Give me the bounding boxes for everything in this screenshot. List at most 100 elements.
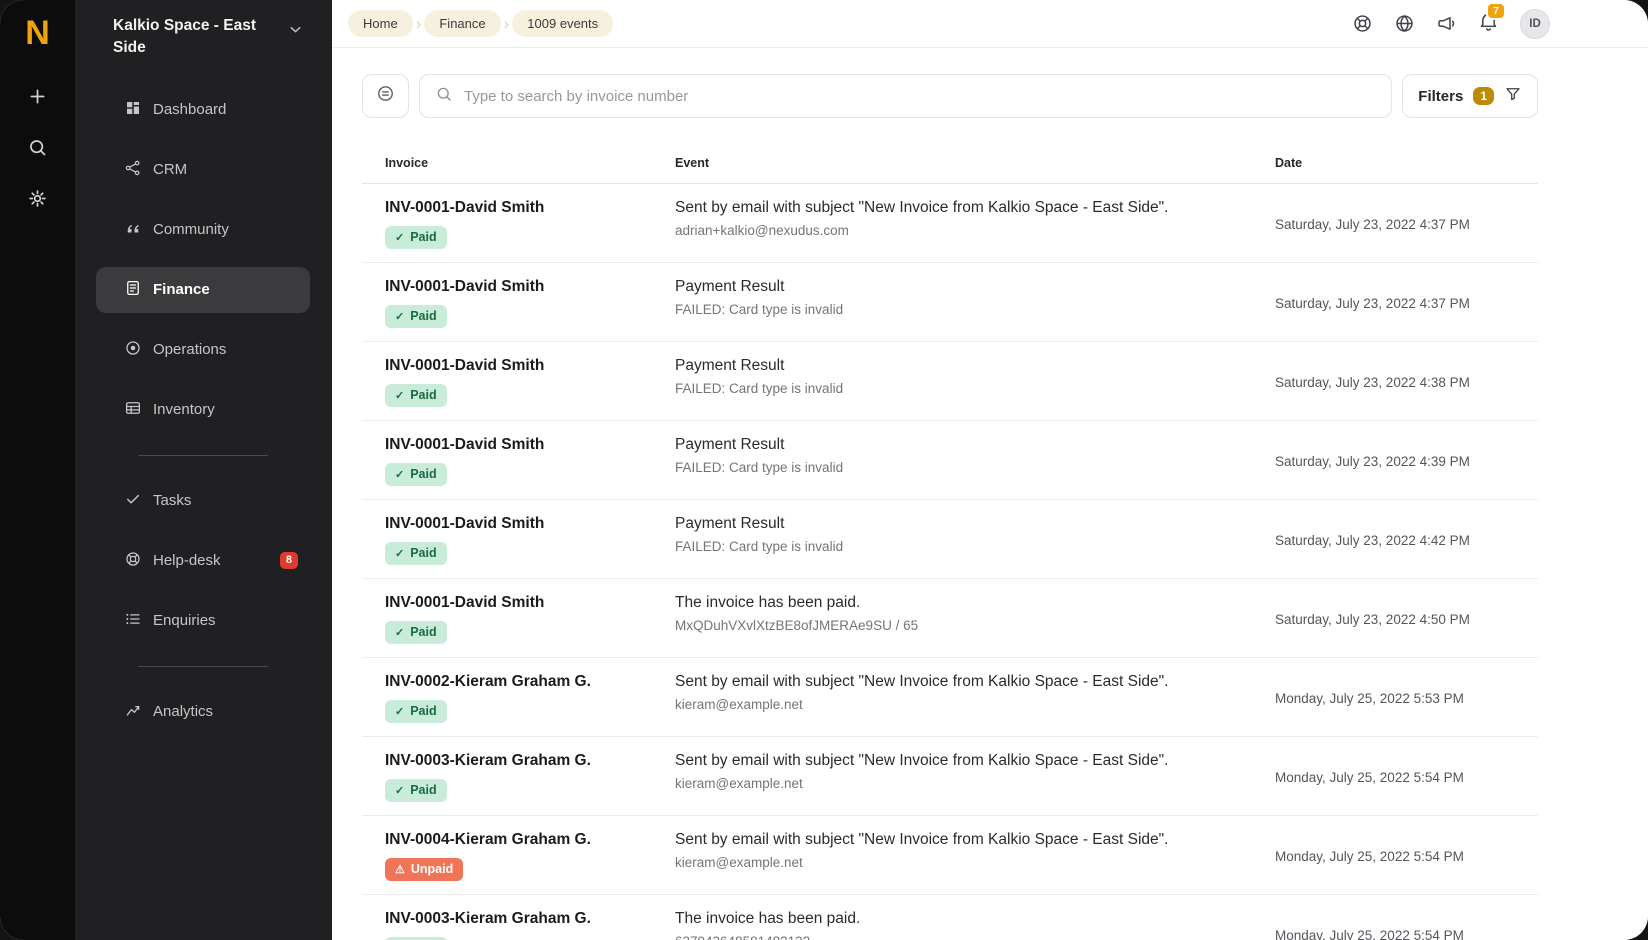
global-search-button[interactable] bbox=[19, 131, 57, 169]
sidebar-nav: Dashboard CRM Community Finance Operatio… bbox=[75, 80, 332, 742]
invoice-status-badge: Paid bbox=[385, 463, 447, 486]
chevron-separator-icon: › bbox=[504, 15, 510, 32]
operations-icon bbox=[124, 339, 142, 361]
sidebar-item-inventory[interactable]: Inventory bbox=[96, 387, 310, 433]
table-row[interactable]: INV-0004-Kieram Graham G. Unpaid Sent by… bbox=[362, 816, 1538, 895]
status-icon bbox=[395, 468, 404, 481]
sidebar-item-label: Operations bbox=[153, 341, 226, 358]
settings-button[interactable] bbox=[19, 182, 57, 220]
table-header: Invoice Event Date bbox=[362, 146, 1538, 184]
event-date: Monday, July 25, 2022 5:53 PM bbox=[1275, 691, 1538, 706]
event-title: The invoice has been paid. bbox=[675, 594, 1275, 612]
brand-logo[interactable]: N bbox=[25, 12, 50, 80]
status-icon bbox=[395, 705, 404, 718]
table-row[interactable]: INV-0001-David Smith Paid The invoice ha… bbox=[362, 579, 1538, 658]
status-icon bbox=[395, 231, 404, 244]
event-date: Saturday, July 23, 2022 4:50 PM bbox=[1275, 612, 1538, 627]
event-detail: kieram@example.net bbox=[675, 697, 1275, 712]
workspace-switcher[interactable]: Kalkio Space - East Side bbox=[75, 15, 332, 80]
status-icon bbox=[395, 389, 404, 402]
breadcrumb-finance[interactable]: Finance bbox=[424, 10, 500, 37]
event-title: Sent by email with subject "New Invoice … bbox=[675, 831, 1275, 849]
event-date: Monday, July 25, 2022 5:54 PM bbox=[1275, 849, 1538, 864]
table-row[interactable]: INV-0001-David Smith Paid Payment Result… bbox=[362, 342, 1538, 421]
invoice-status-badge: Paid bbox=[385, 305, 447, 328]
dashboard-icon bbox=[124, 99, 142, 121]
table-row[interactable]: INV-0001-David Smith Paid Payment Result… bbox=[362, 421, 1538, 500]
breadcrumb-home[interactable]: Home bbox=[348, 10, 413, 37]
table-row[interactable]: INV-0003-Kieram Graham G. Paid The invoi… bbox=[362, 895, 1538, 940]
table-row[interactable]: INV-0001-David Smith Paid Payment Result… bbox=[362, 263, 1538, 342]
sidebar-item-operations[interactable]: Operations bbox=[96, 327, 310, 373]
sidebar-item-crm[interactable]: CRM bbox=[96, 147, 310, 193]
crm-icon bbox=[124, 159, 142, 181]
event-title: Sent by email with subject "New Invoice … bbox=[675, 752, 1275, 770]
search-icon bbox=[435, 85, 453, 108]
table-row[interactable]: INV-0003-Kieram Graham G. Paid Sent by e… bbox=[362, 737, 1538, 816]
event-date: Saturday, July 23, 2022 4:37 PM bbox=[1275, 217, 1538, 232]
event-title: Payment Result bbox=[675, 278, 1275, 296]
event-detail: 637943648581482132 bbox=[675, 934, 1275, 940]
helpdesk-count-badge: 8 bbox=[280, 552, 298, 569]
search-input[interactable] bbox=[464, 88, 1376, 105]
sidebar-item-label: Analytics bbox=[153, 703, 213, 720]
view-options-button[interactable] bbox=[362, 74, 409, 118]
sidebar-item-dashboard[interactable]: Dashboard bbox=[96, 87, 310, 133]
invoice-status-badge: Paid bbox=[385, 700, 447, 723]
filters-button[interactable]: Filters 1 bbox=[1402, 74, 1538, 118]
user-avatar[interactable]: ID bbox=[1520, 9, 1550, 39]
sidebar-item-analytics[interactable]: Analytics bbox=[96, 689, 310, 735]
sidebar-item-community[interactable]: Community bbox=[96, 207, 310, 253]
gear-icon bbox=[27, 188, 48, 214]
invoice-status-badge: Unpaid bbox=[385, 858, 463, 881]
event-title: Sent by email with subject "New Invoice … bbox=[675, 199, 1275, 217]
column-header-event: Event bbox=[675, 156, 1275, 170]
table-row[interactable]: INV-0001-David Smith Paid Sent by email … bbox=[362, 184, 1538, 263]
top-bar: Home › Finance › 1009 events 7 ID bbox=[332, 0, 1648, 48]
event-title: Payment Result bbox=[675, 436, 1275, 454]
globe-icon[interactable] bbox=[1394, 13, 1415, 34]
announcement-icon[interactable] bbox=[1436, 13, 1457, 34]
workspace-name: Kalkio Space - East Side bbox=[113, 15, 263, 60]
sidebar-item-label: Tasks bbox=[153, 492, 191, 509]
event-detail: FAILED: Card type is invalid bbox=[675, 460, 1275, 475]
sidebar-item-enquiries[interactable]: Enquiries bbox=[96, 598, 310, 644]
event-detail: kieram@example.net bbox=[675, 776, 1275, 791]
breadcrumb-events[interactable]: 1009 events bbox=[512, 10, 613, 37]
sidebar-divider bbox=[138, 666, 268, 667]
status-icon bbox=[395, 784, 404, 797]
invoice-search bbox=[419, 74, 1392, 118]
app-rail: N bbox=[0, 0, 75, 940]
sidebar-item-help-desk[interactable]: Help-desk 8 bbox=[96, 538, 310, 584]
table-row[interactable]: INV-0001-David Smith Paid Payment Result… bbox=[362, 500, 1538, 579]
sidebar-item-tasks[interactable]: Tasks bbox=[96, 478, 310, 524]
chevron-separator-icon: › bbox=[416, 15, 422, 32]
add-button[interactable] bbox=[19, 80, 57, 118]
invoice-name: INV-0001-David Smith bbox=[385, 199, 675, 217]
status-label: Paid bbox=[410, 784, 436, 797]
invoice-status-badge: Paid bbox=[385, 542, 447, 565]
check-icon bbox=[124, 490, 142, 512]
invoice-name: INV-0001-David Smith bbox=[385, 594, 675, 612]
event-date: Monday, July 25, 2022 5:54 PM bbox=[1275, 928, 1538, 940]
event-detail: kieram@example.net bbox=[675, 855, 1275, 870]
notifications-count-badge: 7 bbox=[1486, 2, 1506, 21]
finance-icon bbox=[124, 279, 142, 301]
filters-label: Filters bbox=[1418, 88, 1463, 105]
invoice-status-badge: Paid bbox=[385, 779, 447, 802]
sidebar-item-label: Inventory bbox=[153, 401, 215, 418]
table-row[interactable]: INV-0002-Kieram Graham G. Paid Sent by e… bbox=[362, 658, 1538, 737]
sidebar-item-finance[interactable]: Finance bbox=[96, 267, 310, 313]
invoice-status-badge: Paid bbox=[385, 384, 447, 407]
event-title: Payment Result bbox=[675, 357, 1275, 375]
search-toolbar: Filters 1 bbox=[362, 74, 1538, 118]
status-label: Unpaid bbox=[411, 863, 453, 876]
notifications-button[interactable]: 7 bbox=[1478, 11, 1499, 37]
invoice-status-badge: Paid bbox=[385, 621, 447, 644]
status-label: Paid bbox=[410, 547, 436, 560]
support-lifebuoy-icon[interactable] bbox=[1352, 13, 1373, 34]
event-detail: FAILED: Card type is invalid bbox=[675, 302, 1275, 317]
event-detail: FAILED: Card type is invalid bbox=[675, 381, 1275, 396]
event-date: Saturday, July 23, 2022 4:39 PM bbox=[1275, 454, 1538, 469]
invoice-status-badge: Paid bbox=[385, 226, 447, 249]
